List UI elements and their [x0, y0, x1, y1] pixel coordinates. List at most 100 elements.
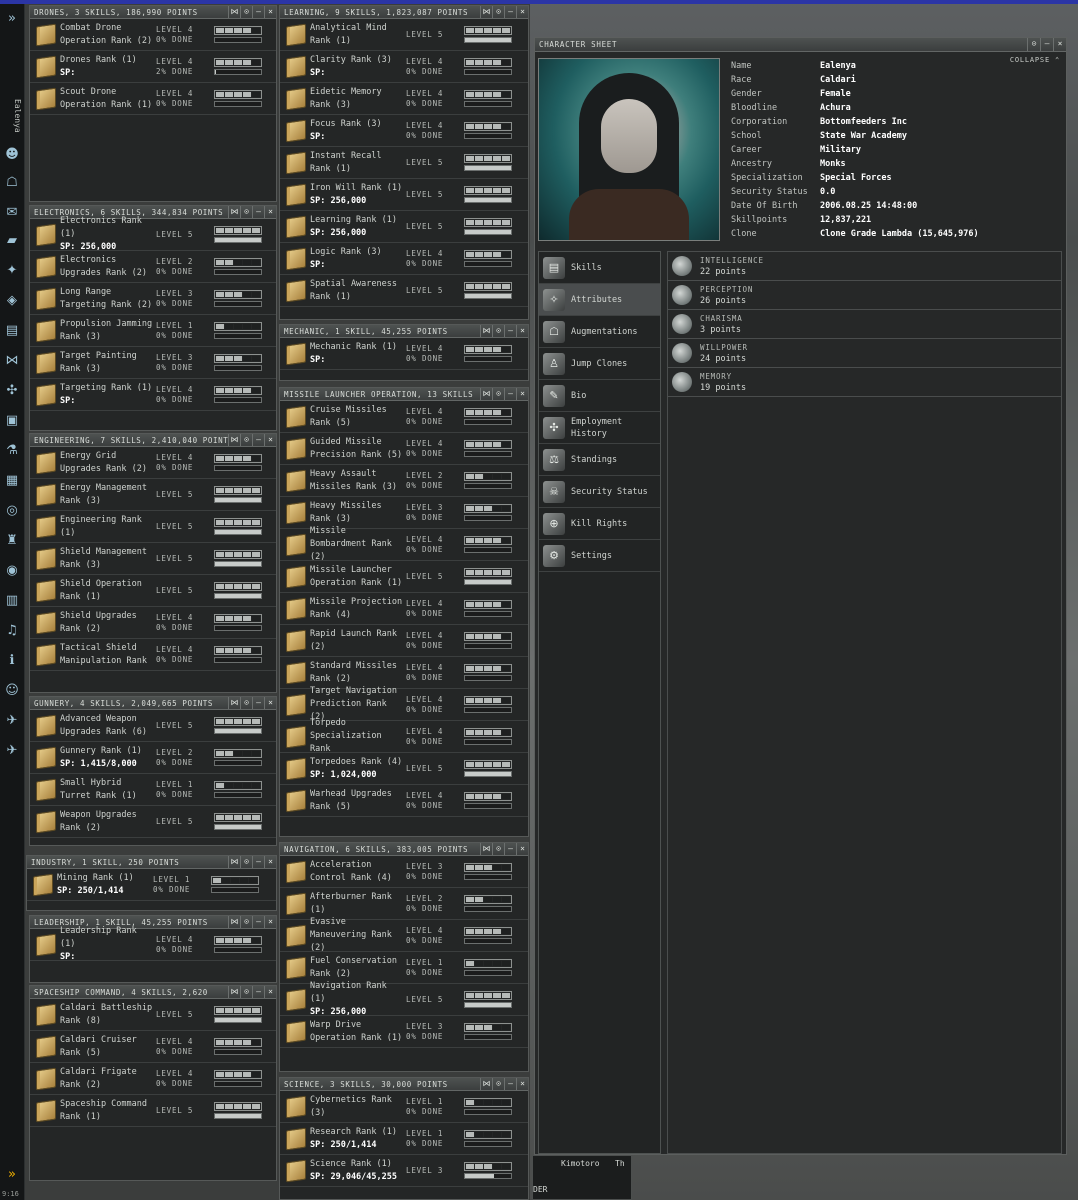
skill-row[interactable]: Guided Missile Precision Rank (5) LEVEL 4… [280, 433, 528, 465]
skill-row[interactable]: Weapon Upgrades Rank (2) LEVEL 5 [30, 806, 276, 838]
skill-row[interactable]: Missile Projection Rank (4) LEVEL 4 0% DON… [280, 593, 528, 625]
character-sheet-titlebar[interactable]: CHARACTER SHEET ⊙ – × [535, 38, 1066, 52]
minimize-icon[interactable]: – [1040, 38, 1053, 51]
close-icon[interactable]: × [264, 206, 276, 218]
skill-row[interactable]: Navigation Rank (1) SP: 256,000 LEVEL 5 [280, 981, 528, 1017]
fast-forward-icon[interactable]: » [2, 1164, 22, 1184]
window-titlebar[interactable]: SCIENCE, 3 SKILLS, 30,000 POINTS ⋈ ⊙ – × [280, 1078, 528, 1091]
close-icon[interactable]: × [516, 388, 528, 400]
info-icon[interactable]: ℹ [2, 650, 22, 670]
skill-row[interactable]: Caldari Battleship Rank (8) LEVEL 5 [30, 999, 276, 1031]
notepad-icon[interactable]: ▰ [2, 230, 22, 250]
ship-icon[interactable]: ✈ [2, 710, 22, 730]
minimize-icon[interactable]: – [504, 388, 516, 400]
window-titlebar[interactable]: INDUSTRY, 1 SKILL, 250 POINTS ⋈ ⊙ – × [27, 856, 276, 869]
minimize-icon[interactable]: – [252, 697, 264, 709]
portrait-icon[interactable]: ☻ [2, 144, 22, 164]
pin-icon[interactable]: ⋈ [228, 697, 240, 709]
settings-icon[interactable]: ⊙ [492, 1078, 504, 1090]
skill-row[interactable]: Shield Operation Rank (1) LEVEL 5 [30, 575, 276, 607]
settings-icon[interactable]: ⊙ [240, 856, 252, 868]
close-icon[interactable]: × [1053, 38, 1066, 51]
expand-icon[interactable]: » [2, 8, 22, 28]
network-icon[interactable]: ⋈ [2, 350, 22, 370]
skill-row[interactable]: Caldari Cruiser Rank (5) LEVEL 4 0% DONE [30, 1031, 276, 1063]
skill-row[interactable]: Electronics Rank (1) SP: 256,000 LEVEL 5 [30, 216, 276, 252]
settings-icon[interactable]: ⊙ [492, 388, 504, 400]
minimize-icon[interactable]: – [504, 325, 516, 337]
close-icon[interactable]: × [264, 986, 276, 998]
close-icon[interactable]: × [264, 916, 276, 928]
nav-item-security-status[interactable]: ☠ Security Status [539, 476, 660, 508]
window-titlebar[interactable]: DRONES, 3 SKILLS, 186,990 POINTS ⋈ ⊙ – × [30, 6, 276, 19]
drone-icon[interactable]: ✈ [2, 740, 22, 760]
skill-row[interactable]: Tactical Shield Manipulation Rank LEVEL 4… [30, 639, 276, 671]
skill-row[interactable]: Leadership Rank (1) SP: LEVEL 4 0% DONE [30, 926, 276, 962]
nav-item-kill-rights[interactable]: ⊕ Kill Rights [539, 508, 660, 540]
pin-icon[interactable]: ⋈ [228, 6, 240, 18]
minimize-icon[interactable]: – [252, 986, 264, 998]
planet-icon[interactable]: ◉ [2, 560, 22, 580]
minimize-icon[interactable]: – [252, 434, 264, 446]
pin-icon[interactable]: ⋈ [480, 843, 492, 855]
settings-icon[interactable]: ⊙ [492, 325, 504, 337]
people-icon[interactable]: ◈ [2, 290, 22, 310]
skill-row[interactable]: Science Rank (1) SP: 29,046/45,255 LEVEL 3 [280, 1155, 528, 1187]
skill-row[interactable]: Evasive Maneuvering Rank (2) LEVEL 4 0% DO… [280, 917, 528, 953]
minimize-icon[interactable]: – [252, 6, 264, 18]
minimize-icon[interactable]: – [252, 206, 264, 218]
nav-item-standings[interactable]: ⚖ Standings [539, 444, 660, 476]
skill-row[interactable]: Electronics Upgrades Rank (2) LEVEL 2 0% D… [30, 251, 276, 283]
skill-row[interactable]: Drones Rank (1) SP: LEVEL 4 2% DONE [30, 51, 276, 83]
minimize-icon[interactable]: – [504, 6, 516, 18]
close-icon[interactable]: × [264, 6, 276, 18]
skill-row[interactable]: Combat Drone Operation Rank (2) LEVEL 4 0%… [30, 19, 276, 51]
collapse-button[interactable]: COLLAPSE ⌃ [1010, 56, 1060, 64]
close-icon[interactable]: × [264, 434, 276, 446]
skill-row[interactable]: Eidetic Memory Rank (3) LEVEL 4 0% DONE [280, 83, 528, 115]
character-icon[interactable]: ☖ [2, 172, 22, 192]
pin-icon[interactable]: ⋈ [228, 206, 240, 218]
skill-row[interactable]: Energy Grid Upgrades Rank (2) LEVEL 4 0% D… [30, 447, 276, 479]
skill-row[interactable]: Analytical Mind Rank (1) LEVEL 5 [280, 19, 528, 51]
skill-row[interactable]: Heavy Assault Missiles Rank (3) LEVEL 2 0%… [280, 465, 528, 497]
nav-item-augmentations[interactable]: ☖ Augmentations [539, 316, 660, 348]
skill-row[interactable]: Instant Recall Rank (1) LEVEL 5 [280, 147, 528, 179]
cargo-icon[interactable]: ▣ [2, 410, 22, 430]
close-icon[interactable]: × [516, 843, 528, 855]
skill-row[interactable]: Spaceship Command Rank (1) LEVEL 5 [30, 1095, 276, 1127]
map-icon[interactable]: ✦ [2, 260, 22, 280]
nav-item-settings[interactable]: ⚙ Settings [539, 540, 660, 572]
skill-row[interactable]: Warp Drive Operation Rank (1) LEVEL 3 0% D… [280, 1016, 528, 1048]
skill-row[interactable]: Cybernetics Rank (3) LEVEL 1 0% DONE [280, 1091, 528, 1123]
skill-row[interactable]: Spatial Awareness Rank (1) LEVEL 5 [280, 275, 528, 307]
skill-row[interactable]: Energy Management Rank (3) LEVEL 5 [30, 479, 276, 511]
skill-row[interactable]: Shield Management Rank (3) LEVEL 5 [30, 543, 276, 575]
skill-row[interactable]: Engineering Rank (1) LEVEL 5 [30, 511, 276, 543]
window-titlebar[interactable]: MECHANIC, 1 SKILL, 45,255 POINTS ⋈ ⊙ – × [280, 325, 528, 338]
pin-icon[interactable]: ⋈ [480, 325, 492, 337]
nav-item-jump-clones[interactable]: ♙ Jump Clones [539, 348, 660, 380]
science-icon[interactable]: ⚗ [2, 440, 22, 460]
skill-row[interactable]: Learning Rank (1) SP: 256,000 LEVEL 5 [280, 211, 528, 243]
pin-icon[interactable]: ⋈ [480, 388, 492, 400]
music-icon[interactable]: ♫ [2, 620, 22, 640]
window-titlebar[interactable]: MISSILE LAUNCHER OPERATION, 13 SKILLS ⋈ ⊙ –… [280, 388, 528, 401]
pin-icon[interactable]: ⋈ [480, 6, 492, 18]
mail-icon[interactable]: ✉ [2, 202, 22, 222]
skill-row[interactable]: Mining Rank (1) SP: 250/1,414 LEVEL 1 0% DO… [27, 869, 276, 901]
pin-icon[interactable]: ⋈ [480, 1078, 492, 1090]
skill-row[interactable]: Propulsion Jamming Rank (3) LEVEL 1 0% DON… [30, 315, 276, 347]
skill-row[interactable]: Cruise Missiles Rank (5) LEVEL 4 0% DONE [280, 401, 528, 433]
settings-icon[interactable]: ⊙ [240, 986, 252, 998]
minimize-icon[interactable]: – [504, 1078, 516, 1090]
help-icon[interactable]: ◎ [2, 500, 22, 520]
skill-row[interactable]: Research Rank (1) SP: 250/1,414 LEVEL 1 0% … [280, 1123, 528, 1155]
minimize-icon[interactable]: – [252, 856, 264, 868]
settings-icon[interactable]: ⊙ [492, 6, 504, 18]
pin-icon[interactable]: ⋈ [228, 916, 240, 928]
skill-row[interactable]: Torpedo Specialization Rank LEVEL 4 0% DON… [280, 718, 528, 754]
skill-row[interactable]: Missile Launcher Operation Rank (1) LEVEL… [280, 561, 528, 593]
contracts-icon[interactable]: ♜ [2, 530, 22, 550]
skill-row[interactable]: Rapid Launch Rank (2) LEVEL 4 0% DONE [280, 625, 528, 657]
